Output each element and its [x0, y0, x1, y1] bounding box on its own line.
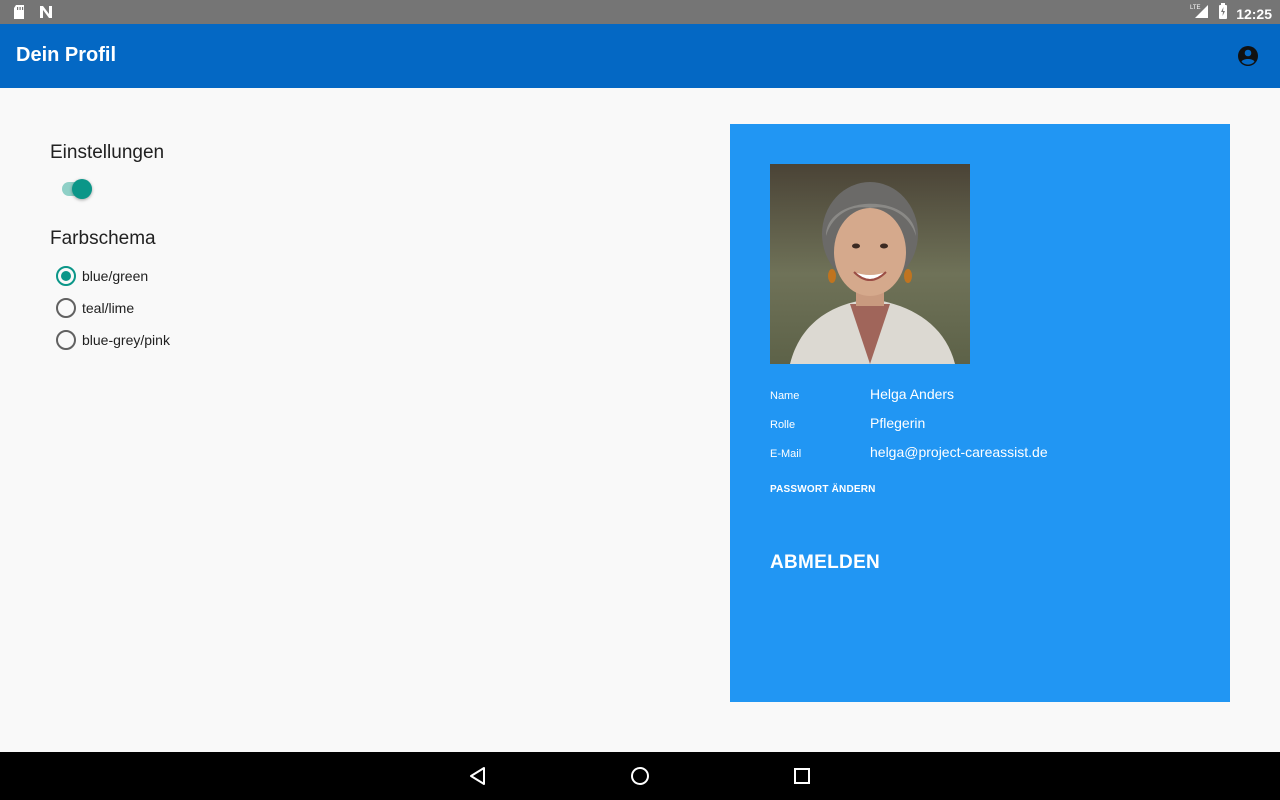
account-circle-icon[interactable]: [1236, 44, 1260, 68]
radio-button[interactable]: [56, 266, 76, 286]
profile-email-row: E-Mail helga@project-careassist.de: [770, 444, 1048, 460]
email-label: E-Mail: [770, 448, 802, 460]
radio-label: blue/green: [82, 268, 149, 284]
settings-toggle[interactable]: [60, 176, 96, 200]
radio-button[interactable]: [56, 330, 76, 350]
name-value: Helga Anders: [870, 386, 955, 402]
lte-signal-icon: LTE: [1190, 3, 1210, 24]
name-label: Name: [770, 390, 800, 402]
notification-n-icon: [38, 4, 54, 25]
status-clock: 12:25: [1236, 5, 1272, 22]
profile-name-row: Name Helga Anders: [770, 386, 954, 402]
profile-card: Name Helga Anders Rolle Pflegerin E-Mail…: [730, 124, 1230, 702]
navigation-bar: [0, 752, 1280, 800]
role-label: Rolle: [770, 419, 796, 431]
profile-photo: [770, 164, 970, 364]
svg-text:LTE: LTE: [1190, 5, 1201, 11]
radio-option-blue-green[interactable]: blue/green: [50, 260, 650, 292]
settings-title: Einstellungen: [50, 142, 165, 163]
settings-panel: Einstellungen Farbschema blue/green teal…: [50, 142, 650, 356]
battery-icon: [1218, 3, 1228, 24]
sd-card-icon: [12, 4, 26, 25]
radio-option-teal-lime[interactable]: teal/lime: [50, 292, 650, 324]
color-scheme-title: Farbschema: [50, 228, 156, 249]
radio-label: blue-grey/pink: [82, 332, 170, 348]
status-bar: LTE 12:25: [0, 0, 1280, 24]
app-bar: Dein Profil: [0, 24, 1280, 88]
radio-button[interactable]: [56, 298, 76, 318]
email-value: helga@project-careassist.de: [870, 444, 1048, 460]
logout-button[interactable]: ABMELDEN: [770, 552, 880, 574]
page-title: Dein Profil: [16, 44, 117, 66]
change-password-button[interactable]: PASSWORT ÄNDERN: [770, 484, 876, 495]
back-icon[interactable]: [466, 764, 490, 788]
recents-icon[interactable]: [790, 764, 814, 788]
radio-option-blue-grey-pink[interactable]: blue-grey/pink: [50, 324, 650, 356]
home-icon[interactable]: [628, 764, 652, 788]
color-scheme-radio-group: blue/green teal/lime blue-grey/pink: [50, 260, 650, 356]
radio-label: teal/lime: [82, 300, 135, 316]
role-value: Pflegerin: [870, 415, 926, 431]
profile-role-row: Rolle Pflegerin: [770, 415, 925, 431]
toggle-thumb: [72, 179, 92, 199]
